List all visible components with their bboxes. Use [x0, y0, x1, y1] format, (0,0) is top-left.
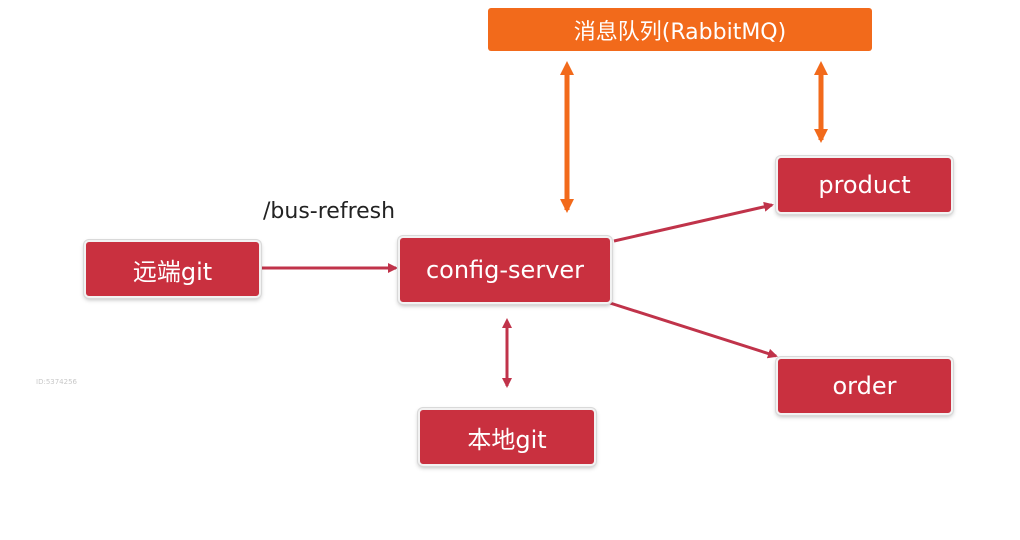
local-git-node: 本地git — [418, 408, 596, 466]
order-node: order — [776, 357, 953, 415]
watermark-text: ID:5374256 — [36, 378, 77, 386]
arrow-config-server-to-product — [613, 201, 774, 243]
bus-refresh-label: /bus-refresh — [263, 199, 396, 224]
remote-git-node: 远端git — [84, 240, 261, 298]
architecture-diagram: 消息队列(RabbitMQ) 远端git config-server 本地git… — [0, 0, 1020, 540]
message-queue-node: 消息队列(RabbitMQ) — [488, 8, 872, 51]
arrow-config-server-to-order — [609, 301, 778, 359]
product-node: product — [776, 156, 953, 214]
config-server-node: config-server — [398, 236, 612, 304]
